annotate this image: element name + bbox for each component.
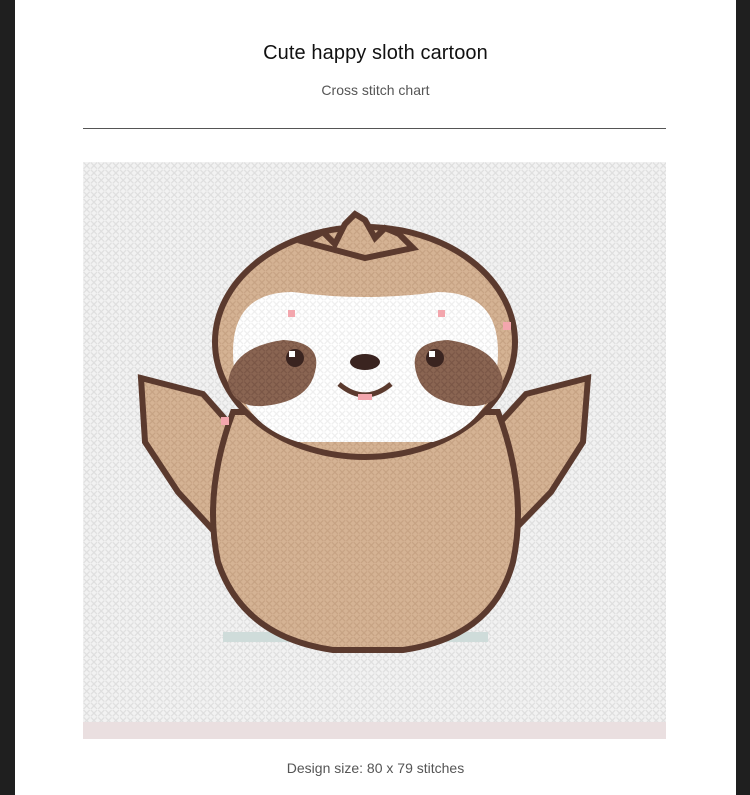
page-subtitle: Cross stitch chart xyxy=(321,82,430,98)
nose xyxy=(350,354,380,370)
divider xyxy=(83,128,666,129)
top-cheek-left xyxy=(288,310,295,317)
design-size-label: Design size: 80 x 79 stitches xyxy=(286,760,465,776)
right-cheek xyxy=(503,322,511,330)
page-title: Cute happy sloth cartoon xyxy=(263,42,488,64)
left-cheek xyxy=(221,417,229,425)
cross-stitch-chart xyxy=(83,162,666,739)
app-background: Cute happy sloth cartoon Cross stitch ch… xyxy=(0,0,750,795)
right-eye-highlight xyxy=(429,351,435,357)
top-cheek-right xyxy=(438,310,445,317)
fabric-bottom-strip xyxy=(83,722,666,739)
pattern-page: Cute happy sloth cartoon Cross stitch ch… xyxy=(15,0,736,795)
left-eye-highlight xyxy=(289,351,295,357)
tongue xyxy=(358,394,372,400)
